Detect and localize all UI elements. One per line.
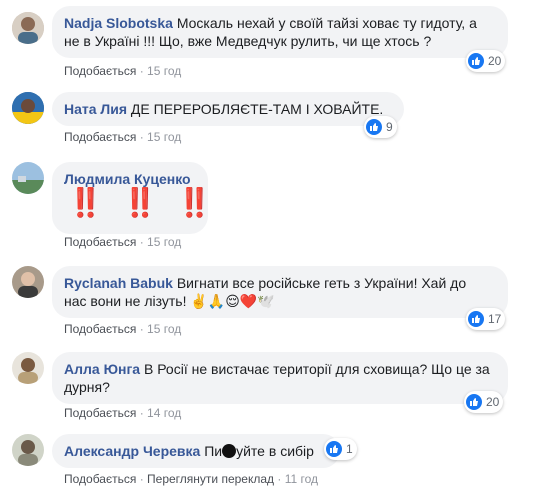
comment-bubble: Ната Лия ДЕ ПЕРЕРОБЛЯЄТЕ-ТАМ І ХОВАЙТЕ. — [52, 92, 404, 126]
comment-author[interactable]: Людмила Куценко — [64, 171, 191, 187]
comment-bubble: Алла Юнга В Росії не вистачає території … — [52, 352, 508, 404]
comment-text: не в Україні !!! Що, вже Медведчук рулит… — [64, 33, 432, 49]
like-link[interactable]: Подобається — [64, 64, 136, 78]
comment-text: ‼️ ‼️ ‼️ — [68, 187, 219, 218]
comment-meta: Подобається · 14 год — [64, 406, 182, 420]
comment-meta: Подобається · Переглянути переклад · 11 … — [64, 472, 319, 486]
comment-text: ДЕ ПЕРЕРОБЛЯЄТЕ-ТАМ І ХОВАЙТЕ. — [130, 101, 384, 117]
see-translation-link[interactable]: Переглянути переклад — [147, 472, 274, 486]
like-icon — [468, 311, 484, 327]
comment-author[interactable]: Ната Лия — [64, 101, 127, 117]
comment-time[interactable]: 15 год — [147, 130, 181, 144]
like-link[interactable]: Подобається — [64, 130, 136, 144]
comment-bubble: Ryclanah Babuk Вигнати все російське гет… — [52, 266, 508, 318]
comment-text-start: Пи — [204, 443, 223, 459]
comment-bubble: Александр Черевка Пи уйте в сибір — [52, 434, 340, 468]
avatar[interactable] — [12, 162, 44, 194]
comment-meta: Подобається · 15 год — [64, 130, 182, 144]
comment-author[interactable]: Александр Черевка — [64, 443, 200, 459]
reaction-number: 17 — [488, 312, 502, 326]
comment-bubble: Nadja Slobotska Москаль нехай у своїй та… — [52, 6, 508, 58]
comment-meta: Подобається · 15 год — [64, 235, 182, 249]
comment-text: дурня? — [64, 379, 110, 395]
comment-author[interactable]: Ryclanah Babuk — [64, 275, 173, 291]
reaction-number: 1 — [346, 442, 353, 456]
like-link[interactable]: Подобається — [64, 235, 136, 249]
comment-text: нас вони не лізуть! ✌️🙏😌❤️🕊️ — [64, 293, 275, 309]
like-icon — [366, 119, 382, 135]
comment: Александр Черевка Пи уйте в сибір 1 Подоб… — [0, 430, 540, 502]
comment-text: Москаль нехай у своїй тайзі ховає ту гид… — [176, 15, 477, 31]
avatar[interactable] — [12, 12, 44, 44]
avatar[interactable] — [12, 266, 44, 298]
comment-time[interactable]: 15 год — [147, 64, 181, 78]
avatar-image — [12, 92, 44, 124]
comment-time[interactable]: 15 год — [147, 322, 181, 336]
comment-time[interactable]: 14 год — [147, 406, 181, 420]
avatar-image — [12, 12, 44, 44]
reaction-count[interactable]: 9 — [364, 116, 397, 138]
reaction-count[interactable]: 17 — [466, 308, 506, 330]
comment-time[interactable]: 11 год — [285, 472, 318, 486]
like-icon — [468, 53, 484, 69]
comment-author[interactable]: Алла Юнга — [64, 361, 140, 377]
reaction-count[interactable]: 1 — [324, 438, 357, 460]
like-link[interactable]: Подобається — [64, 406, 136, 420]
comment-author[interactable]: Nadja Slobotska — [64, 15, 173, 31]
comment-text-end: уйте в сибір — [236, 443, 314, 459]
avatar-image — [12, 162, 44, 194]
comment-meta: Подобається · 15 год — [64, 64, 182, 78]
reaction-count[interactable]: 20 — [466, 50, 506, 72]
comment: Людмила Куценко ‼️ ‼️ ‼️ Подобається · 1… — [0, 156, 540, 256]
censor-mark — [222, 444, 237, 458]
comment-text: В Росії не вистачає території для сховищ… — [143, 361, 490, 377]
reaction-count[interactable]: 20 — [464, 391, 504, 413]
reaction-number: 20 — [486, 395, 500, 409]
reaction-number: 20 — [488, 54, 502, 68]
comment: Nadja Slobotska Москаль нехай у своїй та… — [0, 0, 540, 80]
avatar-image — [12, 266, 44, 298]
avatar-image — [12, 352, 44, 384]
comment: Ната Лия ДЕ ПЕРЕРОБЛЯЄТЕ-ТАМ І ХОВАЙТЕ. … — [0, 86, 540, 150]
like-icon — [466, 394, 482, 410]
comment: Ryclanah Babuk Вигнати все російське гет… — [0, 260, 540, 344]
comment: Алла Юнга В Росії не вистачає території … — [0, 346, 540, 426]
avatar-image — [12, 434, 44, 466]
comment-text: Вигнати все російське геть з України! Ха… — [176, 275, 467, 291]
comment-time[interactable]: 15 год — [147, 235, 181, 249]
avatar[interactable] — [12, 434, 44, 466]
like-link[interactable]: Подобається — [64, 472, 136, 486]
comment-text: Пи уйте в сибір — [204, 443, 314, 459]
avatar[interactable] — [12, 352, 44, 384]
reaction-number: 9 — [386, 120, 393, 134]
like-icon — [326, 441, 342, 457]
comment-meta: Подобається · 15 год — [64, 322, 182, 336]
like-link[interactable]: Подобається — [64, 322, 136, 336]
avatar[interactable] — [12, 92, 44, 124]
